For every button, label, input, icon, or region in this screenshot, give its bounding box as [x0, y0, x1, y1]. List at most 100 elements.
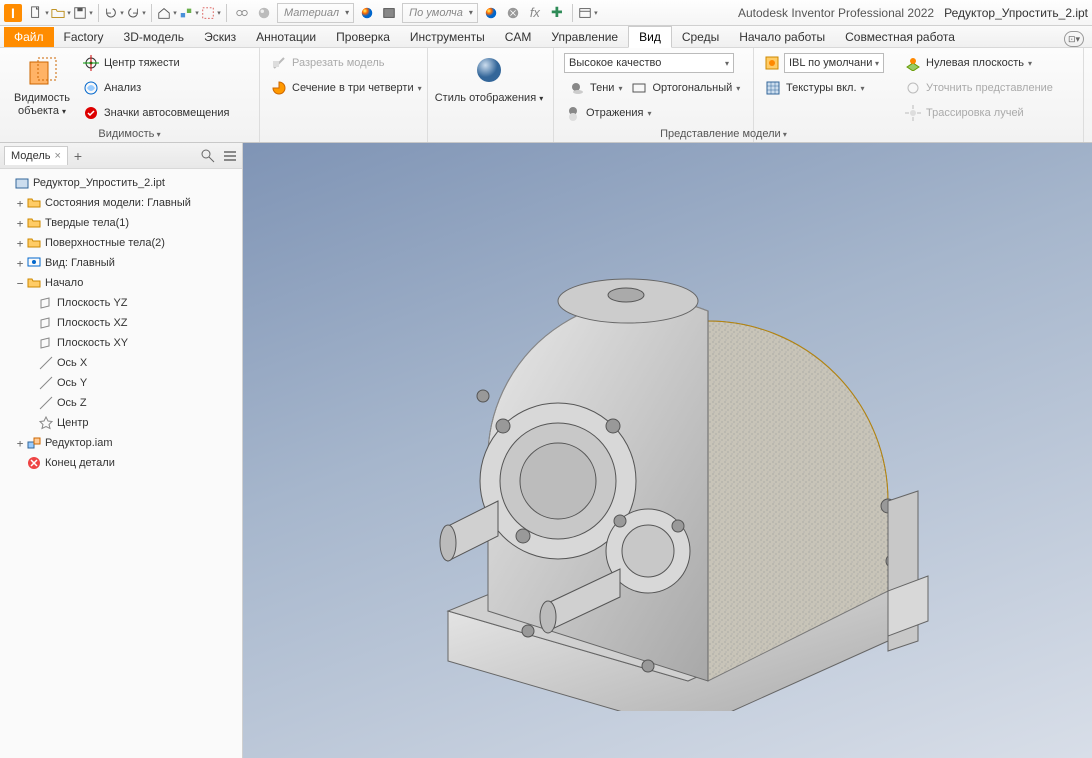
part-icon	[14, 175, 30, 191]
appearance-combo[interactable]: По умолча▾	[402, 3, 478, 23]
tab-manage[interactable]: Управление	[541, 27, 628, 47]
refine-icon	[904, 79, 922, 97]
analysis-button[interactable]: Анализ	[78, 77, 233, 99]
undo-icon[interactable]	[104, 3, 124, 23]
plus-icon[interactable]: ✚	[547, 3, 567, 23]
panel-modelview-label[interactable]: Представление модели	[630, 126, 817, 142]
material-sphere-icon[interactable]	[254, 3, 274, 23]
ground-plane-button[interactable]: Нулевая плоскость▾	[900, 52, 1057, 74]
tree-surfaces[interactable]: +Поверхностные тела(2)	[2, 233, 240, 253]
select-icon[interactable]	[201, 3, 221, 23]
add-tab-icon[interactable]: +	[68, 148, 88, 164]
plane-icon	[38, 335, 54, 351]
tree-view[interactable]: +Вид: Главный	[2, 253, 240, 273]
appearance-box-icon[interactable]	[379, 3, 399, 23]
tab-factory[interactable]: Factory	[54, 27, 114, 47]
axis-icon	[38, 355, 54, 371]
window-icon[interactable]	[578, 3, 598, 23]
search-icon[interactable]	[200, 148, 216, 164]
tab-tools[interactable]: Инструменты	[400, 27, 495, 47]
color-picker-icon[interactable]	[481, 3, 501, 23]
material-combo[interactable]: Материал▾	[277, 3, 354, 23]
workspace: Модель× + Редуктор_Упростить_2.ipt +Сост…	[0, 143, 1092, 758]
refine-view-button: Уточнить представление	[900, 77, 1057, 99]
document-title: Редуктор_Упростить_2.ipt	[944, 6, 1088, 20]
new-file-icon[interactable]	[29, 3, 49, 23]
reflections-button[interactable]: Отражения▾	[560, 102, 747, 124]
save-icon[interactable]	[73, 3, 93, 23]
shadows-button[interactable]: Тени▾	[564, 77, 626, 99]
tab-view[interactable]: Вид	[628, 26, 672, 48]
file-tab[interactable]: Файл	[4, 27, 54, 47]
object-visibility-button[interactable]: Видимость объекта ▾	[6, 50, 78, 118]
tree-axis-z[interactable]: Ось Z	[2, 393, 240, 413]
ortho-button[interactable]: Ортогональный▾	[626, 77, 744, 99]
shadows-icon	[568, 79, 586, 97]
tree-solids[interactable]: +Твердые тела(1)	[2, 213, 240, 233]
panel-visibility-label[interactable]: Видимость	[6, 126, 253, 142]
redo-icon[interactable]	[126, 3, 146, 23]
model-placeholder-icon	[388, 191, 948, 711]
folder-icon	[26, 215, 42, 231]
model-browser: Модель× + Редуктор_Упростить_2.ipt +Сост…	[0, 143, 243, 758]
browser-tab-model[interactable]: Модель×	[4, 146, 68, 165]
tab-inspect[interactable]: Проверка	[326, 27, 400, 47]
center-of-gravity-button[interactable]: Центр тяжести	[78, 52, 233, 74]
quarter-section-icon	[270, 79, 288, 97]
tree-plane-xz[interactable]: Плоскость XZ	[2, 313, 240, 333]
assembly-icon[interactable]	[179, 3, 199, 23]
tab-cam[interactable]: CAM	[495, 27, 542, 47]
ortho-icon	[630, 79, 648, 97]
automark-button[interactable]: Значки автосовмещения	[78, 102, 233, 124]
tab-env[interactable]: Среды	[672, 27, 729, 47]
tab-sketch[interactable]: Эскиз	[194, 27, 246, 47]
ibl-combo[interactable]: IBL по умолчани▾	[760, 52, 888, 74]
cog-icon	[82, 54, 100, 72]
tree-axis-y[interactable]: Ось Y	[2, 373, 240, 393]
plane-icon	[38, 315, 54, 331]
tree-plane-xy[interactable]: Плоскость XY	[2, 333, 240, 353]
tab-collab[interactable]: Совместная работа	[835, 27, 965, 47]
tab-annotations[interactable]: Аннотации	[246, 27, 326, 47]
plane-icon	[38, 295, 54, 311]
appearance-placeholder: По умолча	[405, 7, 467, 19]
appearance-sphere-icon[interactable]	[357, 3, 377, 23]
textures-icon	[764, 79, 782, 97]
close-tab-icon[interactable]: ×	[54, 150, 60, 162]
viewport-3d[interactable]	[243, 143, 1092, 758]
tree-end[interactable]: Конец детали	[2, 453, 240, 473]
ribbon-collapse-icon[interactable]: ⊡▾	[1064, 31, 1084, 47]
open-file-icon[interactable]	[51, 3, 71, 23]
clear-appearance-icon[interactable]	[503, 3, 523, 23]
model-tree[interactable]: Редуктор_Упростить_2.ipt +Состояния моде…	[0, 169, 242, 758]
visual-quality-combo[interactable]: Высокое качество▾	[560, 52, 747, 74]
tree-center[interactable]: Центр	[2, 413, 240, 433]
folder-icon	[26, 235, 42, 251]
menu-icon[interactable]	[222, 148, 238, 164]
quick-access-toolbar: I Материал▾ По умолча▾ fx ✚ Autodesk Inv…	[0, 0, 1092, 26]
ray-trace-button: Трассировка лучей	[900, 102, 1057, 124]
object-visibility-label: Видимость объекта ▾	[6, 92, 78, 118]
textures-button[interactable]: Текстуры вкл.▾	[760, 77, 888, 99]
ribbon: Видимость объекта ▾ Центр тяжести Анализ…	[0, 48, 1092, 143]
folder-icon	[26, 275, 42, 291]
tab-getstarted[interactable]: Начало работы	[729, 27, 835, 47]
tab-3dmodel[interactable]: 3D-модель	[114, 27, 195, 47]
home-icon[interactable]	[157, 3, 177, 23]
display-style-label: Стиль отображения ▾	[435, 92, 544, 105]
quarter-section-button[interactable]: Сечение в три четверти▾	[266, 77, 426, 99]
tree-axis-x[interactable]: Ось X	[2, 353, 240, 373]
link-icon[interactable]	[232, 3, 252, 23]
tree-plane-yz[interactable]: Плоскость YZ	[2, 293, 240, 313]
tree-root[interactable]: Редуктор_Упростить_2.ipt	[2, 173, 240, 193]
tree-states[interactable]: +Состояния модели: Главный	[2, 193, 240, 213]
app-logo-icon[interactable]: I	[4, 4, 22, 22]
display-style-button[interactable]: Стиль отображения ▾	[434, 50, 544, 105]
tree-origin[interactable]: −Начало	[2, 273, 240, 293]
tree-reductor[interactable]: +Редуктор.iam	[2, 433, 240, 453]
material-placeholder: Материал	[280, 7, 343, 19]
ribbon-tabs: Файл Factory 3D-модель Эскиз Аннотации П…	[0, 26, 1092, 48]
cut-model-button: Разрезать модель	[266, 52, 426, 74]
folder-icon	[26, 195, 42, 211]
fx-icon[interactable]: fx	[525, 3, 545, 23]
